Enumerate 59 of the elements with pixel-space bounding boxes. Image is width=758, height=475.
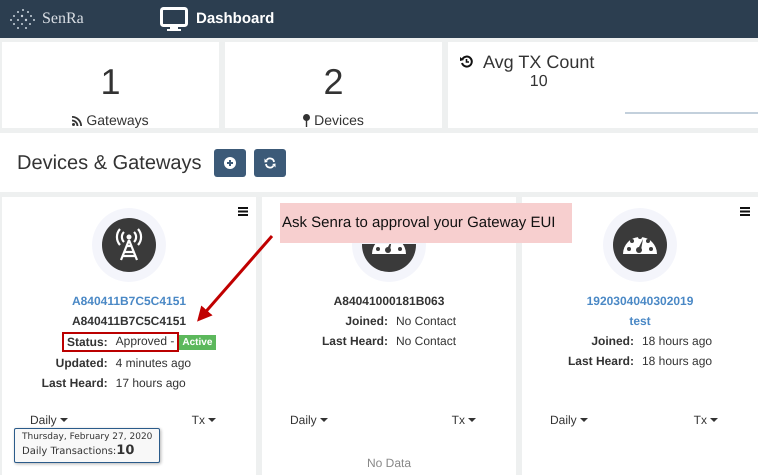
metric-dropdown[interactable]: Tx (452, 411, 476, 429)
logo-dots-icon (8, 7, 38, 31)
field-label: Joined: (591, 334, 634, 348)
field-value: Approved - (116, 334, 174, 348)
caret-icon (468, 418, 476, 422)
period-dropdown[interactable]: Daily (290, 411, 328, 429)
rss-icon (72, 116, 82, 126)
field-value: 18 hours ago (642, 334, 712, 348)
metric-dropdown[interactable]: Tx (192, 411, 216, 429)
stat-title: Avg TX Count (483, 52, 594, 72)
field-label: Last Heard: (322, 334, 388, 348)
caret-icon (580, 418, 588, 422)
field-label: Last Heard: (42, 376, 108, 390)
empty-message: No Data (366, 456, 412, 470)
refresh-button[interactable] (254, 148, 286, 176)
caret-icon (60, 418, 68, 422)
field-value: No Contact (396, 334, 456, 348)
field-label: Joined: (345, 314, 388, 328)
period-dropdown[interactable]: Daily (550, 411, 588, 429)
stat-label: Gateways (86, 111, 149, 130)
refresh-icon (264, 156, 276, 168)
field-value: 18 hours ago (642, 354, 712, 368)
plus-icon (224, 156, 236, 168)
menu-icon[interactable] (238, 207, 248, 216)
field-value: 17 hours ago (116, 376, 186, 390)
device-name: A84041000181B063 (334, 294, 444, 308)
stat-value: 2 (322, 64, 345, 100)
field-value: 4 minutes ago (116, 356, 192, 370)
metric-dropdown[interactable]: Tx (694, 411, 718, 429)
status-badge: Active (178, 335, 216, 350)
field-label: Status: (66, 335, 108, 349)
device-name: test (629, 314, 651, 328)
tooltip-label: Daily Transactions: (22, 446, 116, 457)
menu-icon[interactable] (740, 207, 750, 216)
history-icon (460, 55, 473, 68)
field-label: Last Heard: (568, 354, 634, 368)
caret-icon (320, 418, 328, 422)
device-name: A840411B7C5C4151 (72, 314, 186, 328)
logo[interactable]: SenRa (8, 7, 84, 31)
eui-link[interactable]: 1920304040302019 (586, 294, 694, 308)
annotation-callout: Ask Senra to approval your Gateway EUI (280, 203, 572, 243)
eui-link[interactable]: A840411B7C5C4151 (72, 294, 186, 308)
stat-value: 1 (99, 64, 122, 100)
page-title: Dashboard (196, 8, 274, 29)
tooltip-value: 10 (116, 443, 134, 458)
add-button[interactable] (214, 148, 246, 176)
gauge-icon (613, 218, 667, 272)
caret-icon (208, 418, 216, 422)
pin-icon (303, 114, 310, 127)
stat-value: 10 (528, 72, 549, 92)
stat-label: Devices (314, 111, 364, 130)
radio-tower-icon (102, 218, 156, 272)
field-value: No Contact (396, 314, 456, 328)
monitor-icon (160, 6, 188, 32)
tooltip-date: Thursday, February 27, 2020 (22, 432, 152, 442)
section-title: Devices & Gateways (17, 150, 202, 176)
period-dropdown[interactable]: Daily (30, 411, 68, 429)
field-label: Updated: (56, 356, 108, 370)
caret-icon (710, 418, 718, 422)
